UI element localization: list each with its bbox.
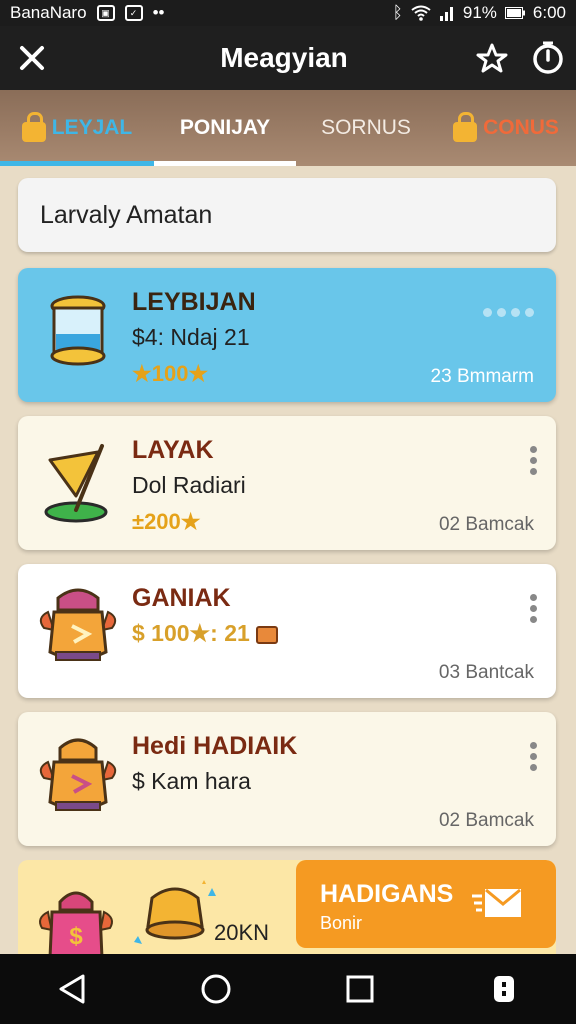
lock-icon xyxy=(453,112,478,142)
more-options-icon[interactable] xyxy=(483,308,534,317)
list-item[interactable]: GANIAK $ 100★: 21 03 Bantcak xyxy=(18,564,556,698)
tab-label: PONIJAY xyxy=(179,116,271,139)
hadigans-button[interactable]: HADIGANS Bonir xyxy=(296,860,556,948)
search-value: Larvaly Amatan xyxy=(40,200,213,229)
item-title: GANIAK xyxy=(132,584,231,612)
signal-icon xyxy=(439,7,453,21)
more-notifications-icon: •• xyxy=(152,3,165,22)
more-options-icon[interactable] xyxy=(526,446,540,476)
gift-icon xyxy=(256,625,279,644)
item-meta: 03 Bantcak xyxy=(438,662,534,683)
timer-icon xyxy=(533,41,563,74)
treasure-pot-icon xyxy=(39,588,117,661)
item-title: LAYAK xyxy=(132,436,214,464)
list-item[interactable]: Hedi HADIAIK $ Kam hara 02 Bamcak xyxy=(18,712,556,846)
item-subtitle: $ 100★: 21 xyxy=(132,620,279,647)
treasure-pot-icon xyxy=(39,738,117,811)
jar-icon xyxy=(50,295,106,366)
back-button[interactable] xyxy=(42,959,102,1019)
item-subtitle: $ Kam hara xyxy=(132,768,251,794)
list-item[interactable]: LAYAK Dol Radiari ±200★ 02 Bamcak xyxy=(18,416,556,550)
carrier-label: BanaNaro xyxy=(10,3,87,22)
money-bag-icon: $ xyxy=(39,891,113,954)
item-title: Hedi HADIAIK xyxy=(132,732,298,760)
tab-leyjal[interactable]: LEYJAL xyxy=(0,90,154,166)
item-title: LEYBIJAN xyxy=(132,288,256,316)
page-title: Meagyian xyxy=(220,42,348,73)
recents-icon xyxy=(346,975,374,1003)
svg-text:$: $ xyxy=(69,923,83,950)
bell-icon xyxy=(134,880,216,944)
promo-banner[interactable]: $ 20KN HADIGANS Bonir xyxy=(18,860,556,954)
search-input[interactable]: Larvaly Amatan xyxy=(18,178,556,252)
bluetooth-icon: ᛒ xyxy=(392,3,403,22)
item-meta: 02 Bamcak xyxy=(438,810,534,831)
tab-ponijay[interactable]: PONIJAY xyxy=(154,90,296,166)
content-list[interactable]: Larvaly Amatan LEYBIJAN $4: Ndaj 21 ★100… xyxy=(0,166,576,954)
item-points: ★100★ xyxy=(132,361,209,386)
send-mail-icon xyxy=(472,888,521,917)
tab-sornus[interactable]: SORNUS xyxy=(296,90,436,166)
item-meta: 23 Bmmarm xyxy=(430,366,534,387)
close-button[interactable] xyxy=(0,26,64,90)
more-options-icon[interactable] xyxy=(526,742,540,772)
list-item[interactable]: LEYBIJAN $4: Ndaj 21 ★100★ 23 Bmmarm xyxy=(18,268,556,402)
timer-button[interactable] xyxy=(520,26,576,90)
close-icon xyxy=(20,46,44,70)
more-options-icon[interactable] xyxy=(526,594,540,624)
tab-label: CONUS xyxy=(483,116,559,139)
golf-flag-icon xyxy=(44,444,108,523)
mail-icon: ✓ xyxy=(124,5,143,21)
battery-percent: 91% xyxy=(462,3,497,22)
clock: 6:00 xyxy=(532,3,566,22)
lock-icon xyxy=(21,112,46,142)
item-subtitle-text: $ 100★: 21 xyxy=(132,620,250,646)
item-meta: 02 Bamcak xyxy=(438,514,534,535)
assistant-button[interactable] xyxy=(474,959,534,1019)
back-icon xyxy=(59,974,85,1004)
home-icon xyxy=(201,974,231,1004)
home-button[interactable] xyxy=(186,959,246,1019)
assistant-icon xyxy=(494,976,514,1002)
recents-button[interactable] xyxy=(330,959,390,1019)
system-nav-bar xyxy=(0,954,576,1024)
tab-label: SORNUS xyxy=(321,116,411,139)
tab-conus[interactable]: CONUS xyxy=(436,90,576,166)
share-icon xyxy=(476,43,508,73)
tab-bar: LEYJAL PONIJAY SORNUS CONUS xyxy=(0,90,576,166)
app-bar: Meagyian xyxy=(0,26,576,90)
notification-icon: ▣ xyxy=(96,5,115,21)
wifi-icon xyxy=(411,5,431,21)
item-subtitle: $4: Ndaj 21 xyxy=(132,324,250,350)
battery-icon xyxy=(504,7,525,19)
status-bar: BanaNaro ▣ ✓ •• ᛒ 91% 6:00 xyxy=(0,0,576,26)
item-subtitle: Dol Radiari xyxy=(132,472,246,498)
share-button[interactable] xyxy=(464,26,520,90)
item-points: ±200★ xyxy=(132,509,201,534)
tab-label: LEYJAL xyxy=(51,116,133,139)
promo-amount: 20KN xyxy=(214,920,270,945)
